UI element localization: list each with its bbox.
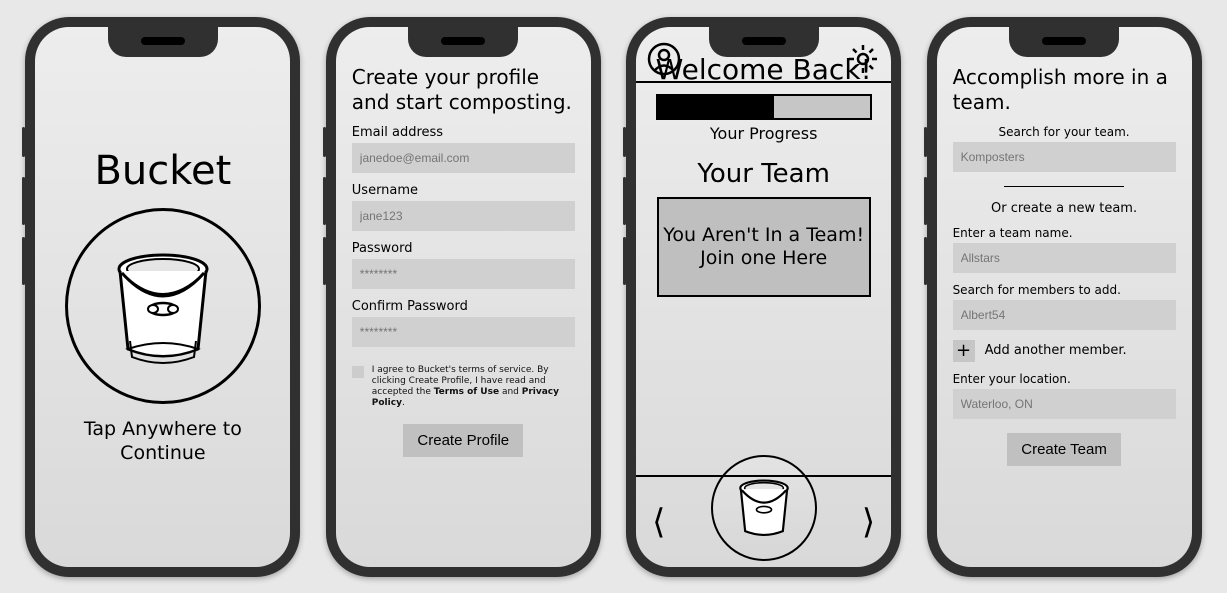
your-team-heading: Your Team — [697, 159, 830, 189]
join-team-box[interactable]: You Aren't In a Team! Join one Here — [657, 197, 871, 297]
signup-screen: Create your profile and start composting… — [336, 27, 591, 567]
next-icon[interactable]: ⟩ — [862, 502, 875, 542]
team-name-field[interactable] — [953, 243, 1176, 273]
phone-signup: Create your profile and start composting… — [326, 17, 601, 577]
or-create-label: Or create a new team. — [953, 201, 1176, 216]
progress-fill — [658, 96, 775, 118]
bottom-bar: ⟨ ⟩ — [636, 475, 891, 567]
members-label: Search for members to add. — [953, 283, 1176, 297]
add-member-button[interactable]: + — [953, 340, 975, 362]
location-field[interactable] — [953, 389, 1176, 419]
phone-splash: Bucket Tap Anywhere to Continue — [25, 17, 300, 577]
password-field[interactable] — [352, 259, 575, 289]
phone-home: Welcome Back! Your Progress Your Team Yo… — [626, 17, 901, 577]
add-member-label: Add another member. — [985, 343, 1127, 358]
settings-icon[interactable] — [845, 41, 881, 77]
email-label: Email address — [352, 125, 575, 140]
add-member-row: + Add another member. — [953, 340, 1176, 362]
terms-checkbox[interactable] — [352, 366, 364, 378]
progress-bar — [656, 94, 872, 120]
team-name-label: Enter a team name. — [953, 226, 1176, 240]
home-screen: Welcome Back! Your Progress Your Team Yo… — [636, 27, 891, 567]
password-label: Password — [352, 241, 575, 256]
progress-rest — [774, 96, 869, 118]
prev-icon[interactable]: ⟨ — [652, 502, 665, 542]
terms-text: I agree to Bucket's terms of service. By… — [372, 365, 575, 410]
phone-team: Accomplish more in a team. Search for yo… — [927, 17, 1202, 577]
terms-row: I agree to Bucket's terms of service. By… — [352, 365, 575, 410]
confirm-password-field[interactable] — [352, 317, 575, 347]
top-bar — [636, 27, 891, 83]
email-field[interactable] — [352, 143, 575, 173]
create-profile-button[interactable]: Create Profile — [403, 424, 523, 457]
location-label: Enter your location. — [953, 372, 1176, 386]
team-heading: Accomplish more in a team. — [953, 65, 1176, 115]
app-title: Bucket — [94, 148, 231, 194]
confirm-password-label: Confirm Password — [352, 299, 575, 314]
create-team-button[interactable]: Create Team — [1007, 433, 1121, 466]
bucket-logo-circle — [65, 208, 261, 404]
username-label: Username — [352, 183, 575, 198]
search-team-field[interactable] — [953, 142, 1176, 172]
signup-heading: Create your profile and start composting… — [352, 65, 575, 115]
divider — [1004, 186, 1124, 187]
team-screen: Accomplish more in a team. Search for yo… — [937, 27, 1192, 567]
tap-to-continue: Tap Anywhere to Continue — [84, 418, 242, 466]
profile-icon[interactable] — [646, 41, 682, 77]
splash-screen[interactable]: Bucket Tap Anywhere to Continue — [35, 27, 290, 567]
username-field[interactable] — [352, 201, 575, 231]
search-team-label: Search for your team. — [953, 125, 1176, 139]
bucket-icon — [98, 241, 228, 371]
progress-label: Your Progress — [710, 124, 818, 143]
members-field[interactable] — [953, 300, 1176, 330]
